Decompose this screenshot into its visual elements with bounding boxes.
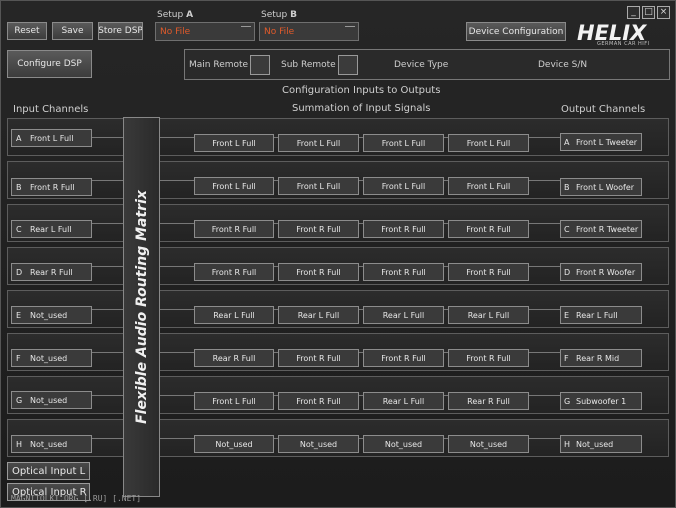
routing-row-h: H Not_used Not_used Not_used Not_used Not…	[7, 419, 669, 457]
optical-input-l-button[interactable]: Optical Input L	[7, 462, 90, 480]
app-window: Reset Save Store DSP Setup A No File Set…	[0, 0, 676, 508]
routing-row-c: C Rear L Full Front R Full Front R Full F…	[7, 204, 669, 242]
matrix-label: Flexible Audio Routing Matrix	[133, 190, 150, 424]
summation-cell[interactable]: Front R Full	[278, 220, 359, 238]
summation-cell[interactable]: Front L Full	[448, 177, 529, 195]
summation-cell[interactable]: Front L Full	[278, 134, 359, 152]
configure-dsp-button[interactable]: Configure DSP	[7, 50, 92, 78]
save-button[interactable]: Save	[52, 22, 93, 40]
device-sn-label: Device S/N	[538, 60, 588, 70]
device-configuration-button[interactable]: Device Configuration	[466, 22, 566, 41]
setup-b-field[interactable]: No File	[259, 22, 359, 41]
summation-cell[interactable]: Rear L Full	[363, 306, 444, 324]
summation-cell[interactable]: Front R Full	[278, 263, 359, 281]
summation-cell[interactable]: Rear L Full	[363, 392, 444, 410]
routing-row-g: G Not_used Front L Full Front R Full Rear…	[7, 376, 669, 414]
summation-cell[interactable]: Front L Full	[194, 134, 274, 152]
close-icon[interactable]: ×	[657, 6, 670, 19]
output-channel-cell[interactable]: E Rear L Full	[560, 306, 642, 324]
device-type-label: Device Type	[394, 60, 449, 70]
setup-a-value: No File	[160, 27, 191, 37]
summation-cell[interactable]: Front R Full	[363, 263, 444, 281]
summation-heading: Summation of Input Signals	[292, 103, 431, 114]
output-channel-cell[interactable]: C Front R Tweeter	[560, 220, 642, 238]
helix-logo: HELIX GERMAN CAR HIFI	[575, 21, 671, 51]
config-title: Configuration Inputs to Outputs	[282, 85, 441, 96]
output-channel-cell[interactable]: A Front L Tweeter	[560, 133, 642, 151]
routing-row-a: A Front L Full Front L Full Front L Full …	[7, 118, 669, 156]
routing-row-f: F Not_used Rear R Full Front R Full Front…	[7, 333, 669, 371]
summation-cell[interactable]: Rear L Full	[448, 306, 529, 324]
summation-cell[interactable]: Front R Full	[448, 263, 529, 281]
summation-cell[interactable]: Rear L Full	[194, 306, 274, 324]
summation-cell[interactable]: Front R Full	[448, 220, 529, 238]
setup-a-label: Setup A	[157, 10, 194, 20]
setup-a-field[interactable]: No File	[155, 22, 255, 41]
routing-matrix-bar: Flexible Audio Routing Matrix	[123, 117, 160, 497]
summation-cell[interactable]: Front L Full	[448, 134, 529, 152]
summation-cell[interactable]: Front R Full	[194, 220, 274, 238]
summation-cell[interactable]: Front R Full	[363, 349, 444, 367]
minimize-icon[interactable]: _	[627, 6, 640, 19]
sub-remote-indicator[interactable]	[338, 55, 358, 75]
reset-button[interactable]: Reset	[7, 22, 47, 40]
sub-remote-label: Sub Remote	[281, 60, 336, 70]
input-channel-cell[interactable]: G Not_used	[11, 391, 92, 409]
setup-b-label: Setup B	[261, 10, 297, 20]
input-channel-cell[interactable]: A Front L Full	[11, 129, 92, 147]
summation-cell[interactable]: Front L Full	[278, 177, 359, 195]
summation-cell[interactable]: Rear L Full	[278, 306, 359, 324]
routing-row-b: B Front R Full Front L Full Front L Full …	[7, 161, 669, 199]
input-channel-cell[interactable]: C Rear L Full	[11, 220, 92, 238]
summation-cell[interactable]: Front L Full	[363, 134, 444, 152]
summation-cell[interactable]: Rear R Full	[194, 349, 274, 367]
routing-row-d: D Rear R Full Front R Full Front R Full F…	[7, 247, 669, 285]
summation-cell[interactable]: Not_used	[363, 435, 444, 453]
summation-cell[interactable]: Front R Full	[448, 349, 529, 367]
output-channels-heading: Output Channels	[561, 104, 646, 115]
field-corner-icon	[345, 26, 355, 29]
main-remote-label: Main Remote	[189, 60, 249, 70]
logo-tagline: GERMAN CAR HIFI	[597, 41, 650, 47]
output-channel-cell[interactable]: H Not_used	[560, 435, 642, 453]
store-dsp-button[interactable]: Store DSP	[98, 22, 143, 40]
summation-cell[interactable]: Not_used	[278, 435, 359, 453]
summation-cell[interactable]: Front L Full	[363, 177, 444, 195]
input-channel-cell[interactable]: E Not_used	[11, 306, 92, 324]
maximize-icon[interactable]: □	[642, 6, 655, 19]
input-channel-cell[interactable]: F Not_used	[11, 349, 92, 367]
routing-row-e: E Not_used Rear L Full Rear L Full Rear L…	[7, 290, 669, 328]
input-channel-cell[interactable]: D Rear R Full	[11, 263, 92, 281]
input-channel-cell[interactable]: H Not_used	[11, 435, 92, 453]
summation-cell[interactable]: Front L Full	[194, 177, 274, 195]
input-channels-heading: Input Channels	[13, 104, 89, 115]
output-channel-cell[interactable]: B Front L Woofer	[560, 178, 642, 196]
summation-cell[interactable]: Front R Full	[278, 392, 359, 410]
summation-cell[interactable]: Front R Full	[363, 220, 444, 238]
summation-cell[interactable]: Not_used	[448, 435, 529, 453]
summation-cell[interactable]: Front R Full	[278, 349, 359, 367]
summation-cell[interactable]: Not_used	[194, 435, 274, 453]
field-corner-icon	[241, 26, 251, 29]
summation-cell[interactable]: Front R Full	[194, 263, 274, 281]
summation-cell[interactable]: Front L Full	[194, 392, 274, 410]
setup-b-value: No File	[264, 27, 295, 37]
watermark: MAGNITOLKI.ORG [.RU] [.NET]	[11, 494, 142, 503]
output-channel-cell[interactable]: G Subwoofer 1	[560, 392, 642, 410]
output-channel-cell[interactable]: F Rear R Mid	[560, 349, 642, 367]
main-remote-indicator[interactable]	[250, 55, 270, 75]
remote-panel: Main Remote Sub Remote Device Type Devic…	[184, 49, 670, 80]
input-channel-cell[interactable]: B Front R Full	[11, 178, 92, 196]
summation-cell[interactable]: Rear R Full	[448, 392, 529, 410]
output-channel-cell[interactable]: D Front R Woofer	[560, 263, 642, 281]
